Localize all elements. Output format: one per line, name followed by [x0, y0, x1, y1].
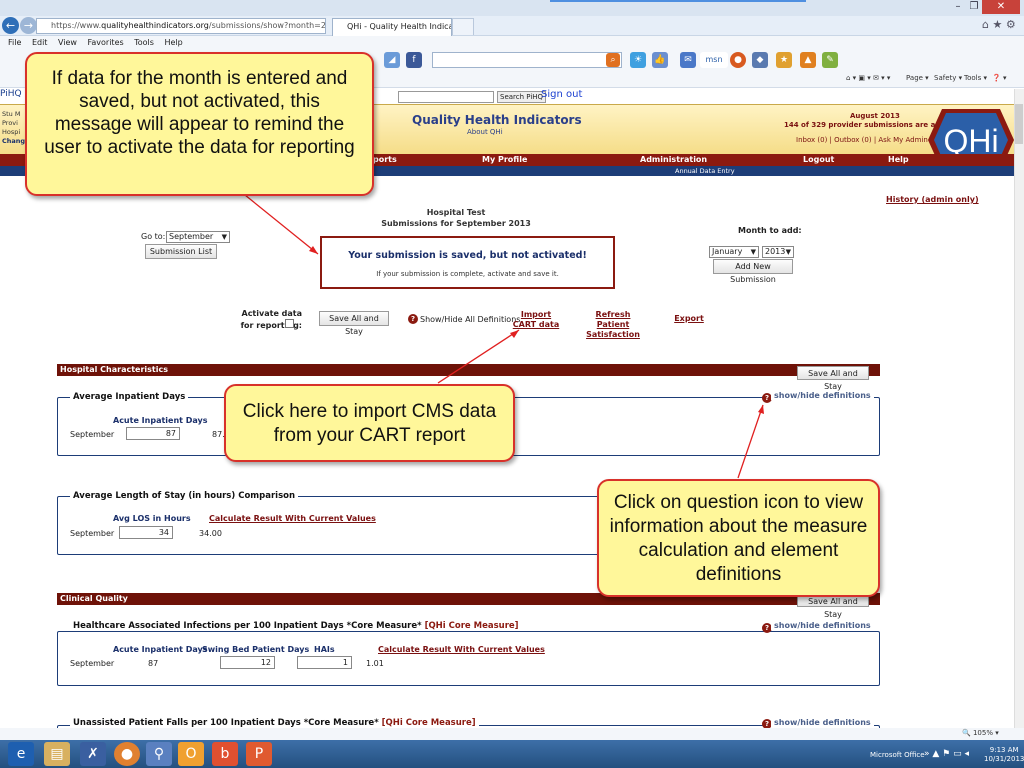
search-people-icon[interactable]: ⚲ — [146, 742, 172, 766]
activate-callout: If data for the month is entered and sav… — [25, 52, 374, 196]
powerpoint-icon[interactable]: P — [246, 742, 272, 766]
status-bar — [0, 728, 1024, 740]
zoom-value: 105% — [972, 729, 993, 737]
arrow-line — [437, 329, 520, 384]
tray-office-label[interactable]: Microsoft Office — [870, 751, 925, 759]
ie-icon[interactable]: e — [8, 742, 34, 766]
arrow-line — [737, 404, 764, 479]
clock-time: 9:13 AM — [989, 746, 1019, 754]
bing-icon[interactable]: b — [212, 742, 238, 766]
tray-clock[interactable]: 9:13 AM 10/31/2013 — [984, 746, 1024, 764]
cart-callout: Click here to import CMS data from your … — [224, 384, 515, 462]
file-explorer-icon[interactable]: ▤ — [44, 742, 70, 766]
outlook-icon[interactable]: O — [178, 742, 204, 766]
question-icon-callout: Click on question icon to view informati… — [597, 479, 880, 597]
tray-icons[interactable]: » ▲ ⚑ ▭ ◂ — [924, 749, 969, 759]
chrome-icon[interactable]: ● — [114, 742, 140, 766]
arrow-head — [758, 405, 764, 414]
arrow-head — [510, 330, 519, 338]
zoom-level[interactable]: 🔍 105% ▾ — [962, 729, 999, 737]
app-icon[interactable]: ✗ — [80, 742, 106, 766]
clock-date: 10/31/2013 — [984, 755, 1024, 763]
arrow-line — [244, 194, 319, 255]
